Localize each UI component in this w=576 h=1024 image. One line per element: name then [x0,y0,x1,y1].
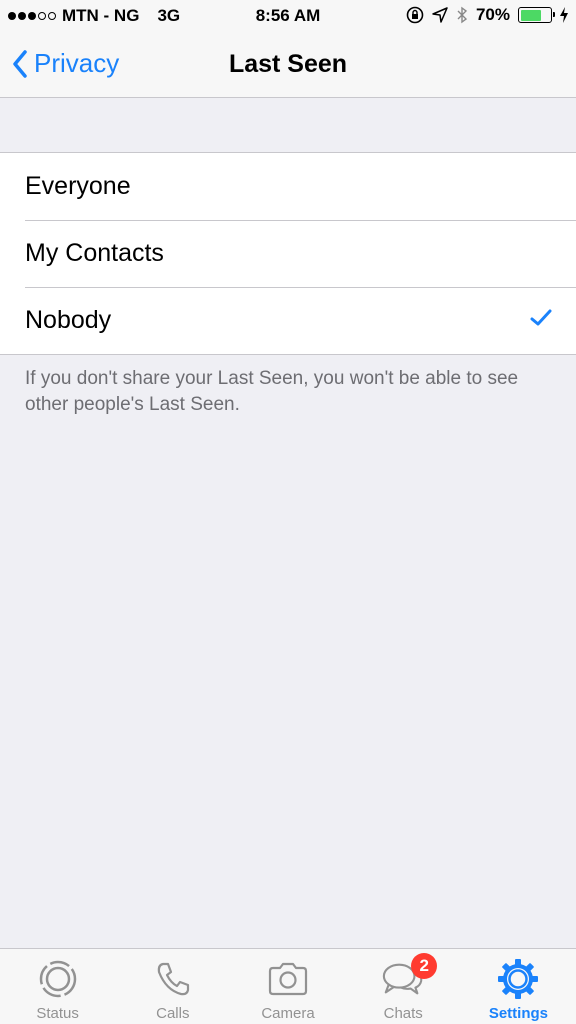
tab-label: Calls [156,1005,190,1022]
option-label: Everyone [25,172,131,200]
battery-percent: 70% [475,5,510,24]
status-right: 70% [406,5,568,25]
camera-icon [266,957,310,1001]
status-icon [36,957,80,1001]
option-label: My Contacts [25,239,164,267]
tab-bar: Status Calls Camera 2 Chats Settings [0,948,576,1024]
last-seen-options: Everyone My Contacts Nobody [0,152,576,355]
tab-label: Status [36,1005,79,1022]
bluetooth-icon [457,6,468,24]
tab-chats[interactable]: 2 Chats [346,949,461,1024]
phone-icon [151,957,195,1001]
gear-icon [496,957,540,1001]
tab-settings[interactable]: Settings [461,949,576,1024]
tab-label: Camera [261,1005,315,1022]
battery-fill [520,9,541,21]
location-icon [432,7,448,23]
charging-icon [560,7,568,23]
battery-icon [518,7,555,23]
option-label: Nobody [25,306,112,334]
chats-icon: 2 [381,953,438,1001]
tab-label: Settings [488,1005,548,1022]
orientation-lock-icon [406,6,424,24]
tab-status[interactable]: Status [0,949,115,1024]
page-title: Last Seen [228,50,348,78]
tab-camera[interactable]: Camera [230,949,345,1024]
tab-calls[interactable]: Calls [115,949,230,1024]
footer-note: If you don't share your Last Seen, you w… [25,368,519,415]
unread-badge: 2 [411,953,438,979]
navigation-bar: Privacy Last Seen [0,32,576,98]
status-bar: MTN - NG 3G 8:56 AM 70% [0,0,576,32]
tab-label: Chats [383,1005,423,1022]
option-my-contacts[interactable]: My Contacts [0,220,576,287]
checkmark-icon [530,309,552,326]
option-everyone[interactable]: Everyone [0,153,576,220]
option-nobody[interactable]: Nobody [0,287,576,354]
